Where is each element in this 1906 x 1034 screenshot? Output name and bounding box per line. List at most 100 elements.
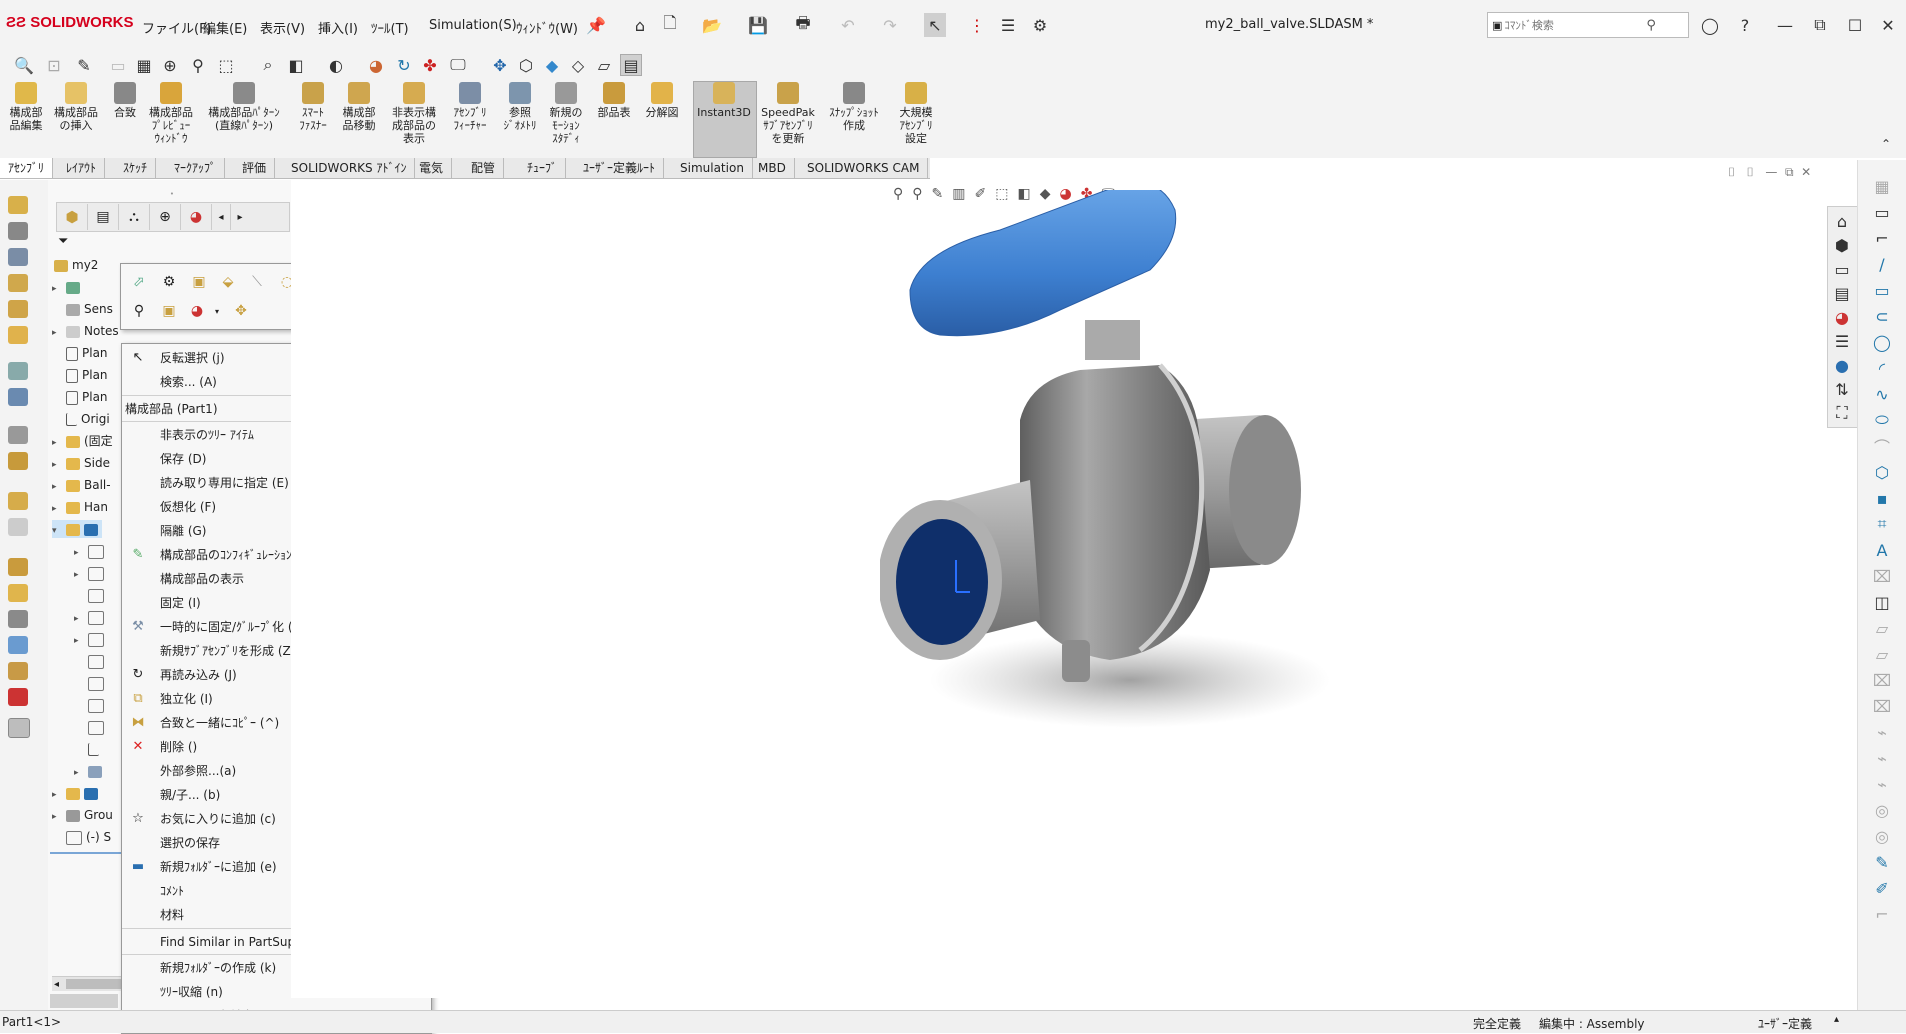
sketch-text-icon[interactable]: A: [1872, 540, 1892, 560]
expand-arrow-icon[interactable]: ▸: [52, 786, 66, 804]
sketch-centerline-icon[interactable]: ⌗: [1872, 514, 1892, 534]
sketch-exit-icon[interactable]: ✐: [1872, 878, 1892, 898]
zoom-to-part-icon[interactable]: ⚲: [129, 301, 149, 321]
sketch-rect-icon[interactable]: ▭: [1872, 280, 1892, 300]
sketch-repair-icon[interactable]: ◎: [1872, 826, 1892, 846]
tab-evaluate[interactable]: 評価: [234, 158, 276, 178]
hide-ctx-icon[interactable]: ⟍: [247, 272, 267, 292]
pan-icon[interactable]: ✥: [490, 55, 510, 75]
sketch-3d-icon[interactable]: ◫: [1872, 592, 1892, 612]
sketch-slot-icon[interactable]: ⊂: [1872, 306, 1892, 326]
options-gear-icon[interactable]: ⚙: [1030, 15, 1050, 35]
sketch-extend-icon[interactable]: ⌧: [1872, 696, 1892, 716]
view-home-icon[interactable]: ⌂: [1832, 211, 1852, 231]
sketch-arc-icon[interactable]: ◜: [1872, 358, 1892, 378]
tree-child-2[interactable]: ▸: [74, 564, 108, 582]
status-units[interactable]: ﾕｰｻﾞｰ定義: [1758, 1015, 1812, 1032]
reference-tool-icon[interactable]: [8, 388, 28, 406]
menu-edit[interactable]: 編集(E): [203, 18, 247, 37]
restore-icon[interactable]: ⧉: [1810, 15, 1830, 35]
view-network-icon[interactable]: ⛶: [1832, 403, 1852, 423]
appearance-tool-icon[interactable]: [8, 688, 28, 706]
tree-root[interactable]: my2: [52, 256, 98, 274]
appearance-dropdown-icon[interactable]: ▾: [207, 301, 227, 321]
tab-layout[interactable]: ﾚｲｱｳﾄ: [58, 158, 106, 178]
right-view-icon[interactable]: ▱: [594, 55, 614, 75]
instant3d-tool-icon[interactable]: [8, 718, 30, 738]
units-dropdown-icon[interactable]: ▴: [1834, 1014, 1839, 1025]
sketch-freeform-icon[interactable]: ⌐: [1872, 904, 1892, 924]
zoom-fit-icon[interactable]: 🔍: [14, 55, 34, 75]
save-icon[interactable]: 💾: [748, 15, 768, 35]
sketch-relations-icon[interactable]: ◎: [1872, 800, 1892, 820]
bom-tool-icon[interactable]: [8, 452, 28, 470]
expand-arrow-icon[interactable]: ▸: [52, 500, 66, 518]
user-account-icon[interactable]: ◯: [1700, 15, 1720, 35]
scroll-left-icon[interactable]: ◂: [54, 979, 59, 990]
tab-piping[interactable]: 配管: [463, 158, 505, 178]
tree-item-group[interactable]: ▸ Grou: [52, 806, 113, 824]
edit-component-button[interactable]: 構成部 品編集: [6, 82, 46, 132]
sketch-fillet-icon[interactable]: ⌒: [1872, 436, 1892, 457]
appearance-ctx-icon[interactable]: ◕: [187, 301, 207, 321]
tree-child-1[interactable]: ▸: [74, 542, 108, 560]
assembly-tool-icon[interactable]: [8, 636, 28, 654]
open-part-icon[interactable]: ▣: [189, 272, 209, 292]
maximize-icon[interactable]: ☐: [1845, 15, 1865, 35]
tree-item-notes[interactable]: ▸ Notes: [52, 322, 119, 340]
replace-icon[interactable]: ⬙: [218, 272, 238, 292]
home-icon[interactable]: ⌂: [630, 15, 650, 35]
large-assembly-button[interactable]: 大規模 ｱｾﾝﾌﾞﾘ 設定: [888, 82, 944, 145]
appearance-icon[interactable]: ◕: [366, 55, 386, 75]
view-globe-icon[interactable]: ●: [1832, 355, 1852, 375]
tab-simulation[interactable]: Simulation: [672, 158, 753, 178]
print-icon[interactable]: 🖶: [793, 13, 813, 35]
tree-child-8[interactable]: [74, 696, 108, 714]
exploded-view-button[interactable]: 分解図: [642, 82, 682, 119]
expand-arrow-icon[interactable]: ▸: [52, 324, 66, 342]
select-cursor-icon[interactable]: ↖: [924, 13, 946, 37]
smart-fasteners-button[interactable]: ｽﾏｰﾄ ﾌｧｽﾅｰ: [292, 82, 334, 132]
expand-arrow-icon[interactable]: ▸: [52, 808, 66, 826]
feature-tree-tab-icon[interactable]: ⬢: [57, 204, 88, 230]
top-view-icon[interactable]: ◇: [568, 55, 588, 75]
configuration-tab-icon[interactable]: ⛬: [119, 204, 150, 230]
expand-arrow-icon[interactable]: ▸: [52, 478, 66, 496]
edit-tool-icon[interactable]: [8, 274, 28, 292]
tab-electrical[interactable]: 電気: [411, 158, 453, 178]
sketch-rectangle-icon[interactable]: ▭: [1872, 202, 1892, 222]
tab-mbd[interactable]: MBD: [750, 158, 795, 178]
fastener-tool-icon[interactable]: [8, 326, 28, 344]
sketch-mirror-icon[interactable]: ⌁: [1872, 722, 1892, 742]
viewport-close-icon[interactable]: ✕: [1801, 165, 1811, 179]
zoom-area-icon[interactable]: ⊡: [44, 55, 64, 75]
sketch-ellipse-icon[interactable]: ⬭: [1872, 410, 1892, 430]
view-appearance-icon[interactable]: ◕: [1832, 307, 1852, 327]
sketch-polygon-icon[interactable]: ⬡: [1872, 462, 1892, 482]
isolate-ctx-icon[interactable]: ▣: [159, 301, 179, 321]
tab-tubing[interactable]: ﾁｭｰﾌﾞ: [519, 158, 567, 178]
front-view-icon[interactable]: ◆: [542, 55, 562, 75]
command-search[interactable]: ▣ ⚲: [1487, 12, 1689, 38]
tree-child-9[interactable]: [74, 718, 108, 736]
display-style-icon[interactable]: ▦: [134, 55, 154, 75]
tree-item-history[interactable]: ▸: [52, 278, 84, 296]
tree-item-part1-selected[interactable]: ▾: [52, 520, 102, 538]
tree-item-subassembly[interactable]: ▸: [52, 784, 102, 802]
tree-item-plane-top[interactable]: Plan: [52, 366, 108, 384]
tree-child-5[interactable]: ▸: [74, 630, 108, 648]
speedpak-button[interactable]: SpeedPak ｻﾌﾞｱｾﾝﾌﾞﾘ を更新: [758, 82, 818, 145]
linear-pattern-button[interactable]: 構成部品ﾊﾟﾀｰﾝ (直線ﾊﾟﾀｰﾝ): [203, 82, 285, 132]
mate-tool-icon[interactable]: [8, 222, 28, 240]
tab-cam[interactable]: SOLIDWORKS CAM: [799, 158, 929, 178]
large-assembly-tool-icon[interactable]: [8, 662, 28, 680]
zoom-in-icon[interactable]: ⊕: [160, 55, 180, 75]
split-left-icon[interactable]: ⌷: [1728, 165, 1735, 179]
tree-child-10[interactable]: ▸: [74, 762, 106, 780]
instant3d-button[interactable]: Instant3D: [693, 82, 755, 119]
tree-child-origin[interactable]: [74, 740, 103, 758]
collapse-ribbon-icon[interactable]: ⌃: [1876, 134, 1896, 154]
bom-button[interactable]: 部品表: [594, 82, 634, 119]
search-icon[interactable]: ⚲: [1646, 18, 1656, 33]
explode-tool-icon[interactable]: [8, 492, 28, 510]
